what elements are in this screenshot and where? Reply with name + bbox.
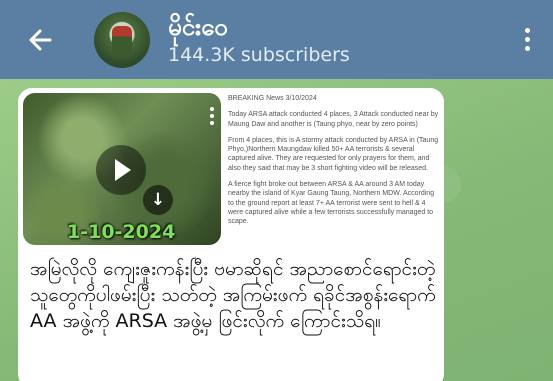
back-button[interactable] bbox=[26, 25, 56, 55]
news-text-block: BREAKING News 3/10/2024 Today ARSA attac… bbox=[228, 94, 440, 249]
message-bubble: ↓ 1-10-2024 BREAKING News 3/10/2024 Toda… bbox=[18, 88, 444, 381]
subscriber-count: 144.3K subscribers bbox=[168, 43, 350, 66]
message-caption: အမြဲလိုလို ကျေးဇူးကန်းပြီး ဗမာဆိုရင် အညာ… bbox=[30, 258, 436, 332]
download-icon[interactable]: ↓ bbox=[143, 185, 173, 215]
news-heading: BREAKING News 3/10/2024 bbox=[228, 95, 317, 102]
news-paragraph: From 4 places, this is A stormy attack c… bbox=[228, 136, 439, 172]
news-paragraph: Today ARSA attack conducted 4 places, 3 … bbox=[228, 111, 439, 128]
channel-avatar[interactable] bbox=[94, 11, 150, 68]
video-overlay-date: 1-10-2024 bbox=[67, 221, 176, 243]
video-menu-icon[interactable] bbox=[210, 107, 216, 128]
video-thumbnail[interactable]: ↓ 1-10-2024 bbox=[23, 93, 221, 245]
play-icon[interactable] bbox=[96, 145, 146, 195]
channel-header: မိုင်းဝေ 144.3K subscribers bbox=[0, 0, 553, 79]
arrow-left-icon bbox=[29, 29, 52, 50]
channel-name: မိုင်းဝေ bbox=[168, 12, 228, 41]
more-options-icon[interactable] bbox=[525, 28, 531, 52]
channel-title-block[interactable]: မိုင်းဝေ 144.3K subscribers bbox=[168, 13, 350, 67]
avatar-figure bbox=[112, 25, 132, 56]
news-paragraph: A fierce fight broke out between ARSA & … bbox=[228, 181, 435, 226]
